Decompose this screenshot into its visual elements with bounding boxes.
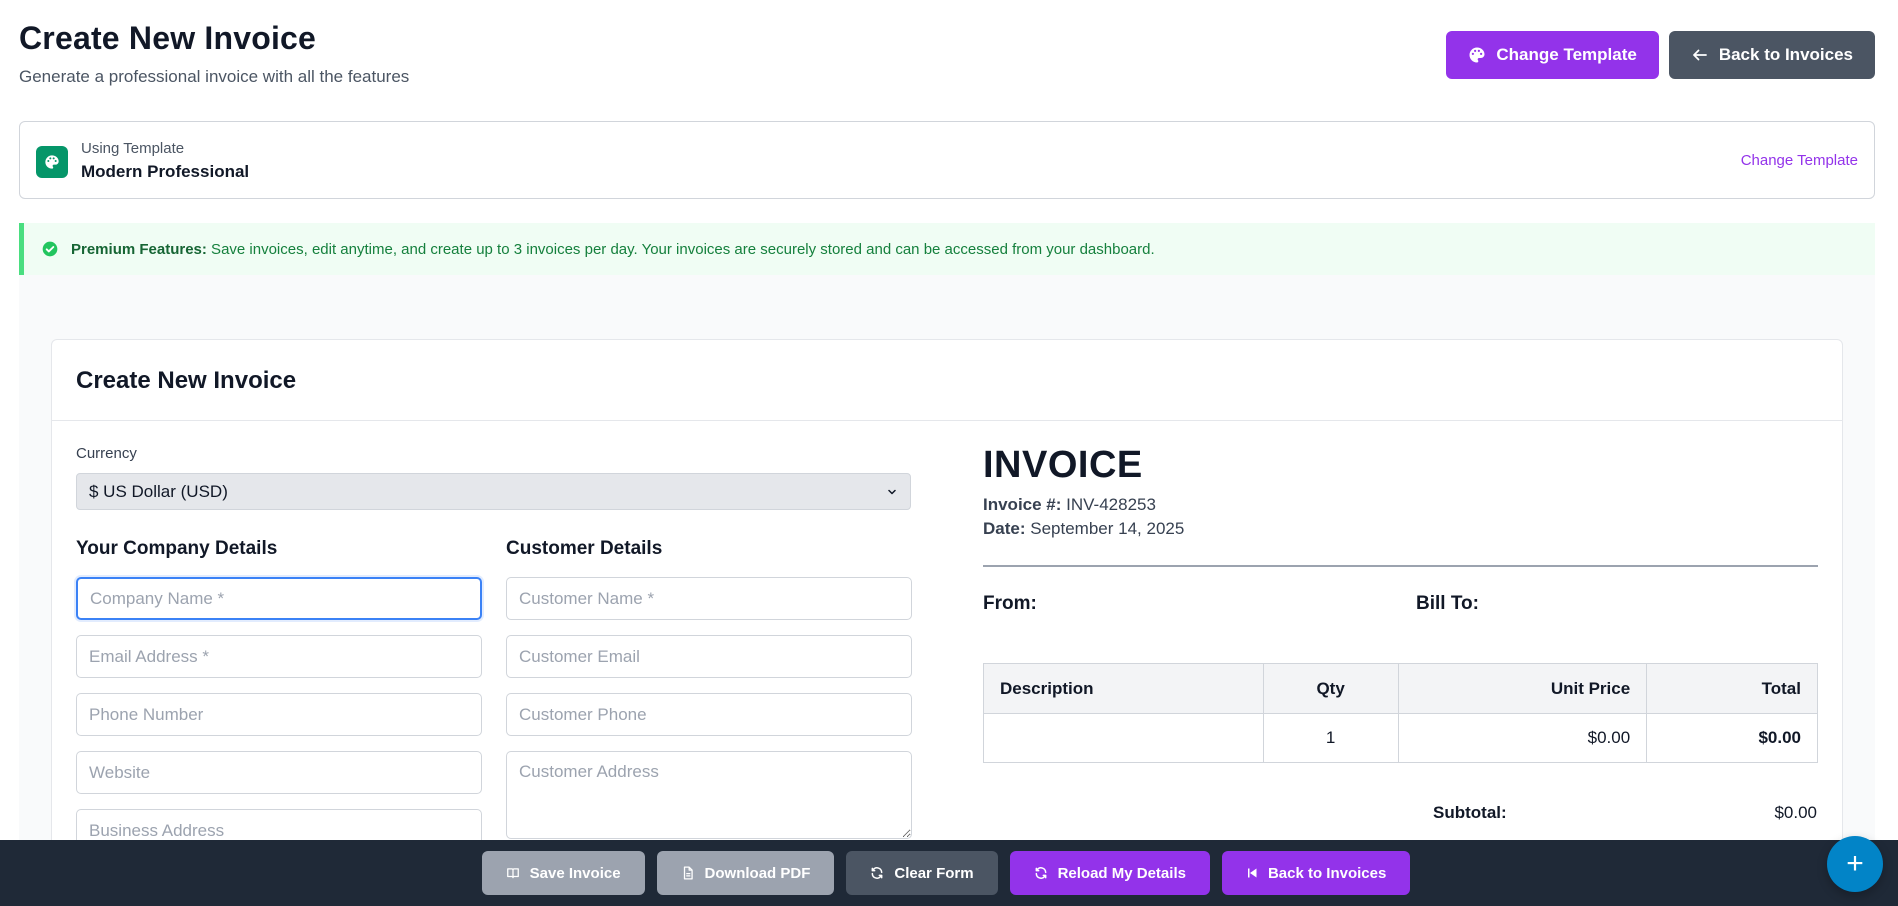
currency-select[interactable]: $ US Dollar (USD): [76, 473, 911, 510]
clear-form-label: Clear Form: [894, 864, 974, 882]
company-details-heading: Your Company Details: [76, 538, 278, 559]
item-description: [983, 713, 1264, 763]
floating-add-button[interactable]: +: [1827, 836, 1883, 892]
invoice-date-label: Date:: [983, 519, 1026, 538]
download-pdf-label: Download PDF: [704, 864, 811, 882]
premium-heading: Premium Features:: [71, 240, 207, 258]
invoice-preview-title: INVOICE: [983, 444, 1143, 486]
clear-form-button[interactable]: Clear Form: [846, 851, 998, 895]
download-pdf-button[interactable]: Download PDF: [656, 851, 835, 895]
invoice-items-table: Description Qty Unit Price Total 1 $0.00…: [983, 663, 1818, 763]
skip-back-icon: [1246, 867, 1258, 879]
preview-divider: [983, 565, 1818, 567]
customer-email-input[interactable]: [506, 635, 912, 678]
plus-icon: +: [1846, 847, 1864, 880]
footer-back-label: Back to Invoices: [1267, 864, 1387, 882]
table-row: 1 $0.00 $0.00: [983, 713, 1818, 763]
currency-value: $ US Dollar (USD): [89, 481, 228, 501]
palette-icon: [36, 146, 68, 178]
save-invoice-label: Save Invoice: [529, 864, 621, 882]
company-email-input[interactable]: [76, 635, 482, 678]
page-subtitle: Generate a professional invoice with all…: [19, 67, 410, 86]
page-header: Create New Invoice Generate a profession…: [19, 20, 409, 87]
customer-name-input[interactable]: [506, 577, 912, 620]
change-template-button[interactable]: Change Template: [1446, 31, 1659, 79]
page-title: Create New Invoice: [19, 20, 317, 56]
bill-to-label: Bill To:: [1416, 593, 1479, 614]
item-total: $0.00: [1646, 713, 1818, 763]
subtotal-value: $0.00: [1774, 803, 1817, 822]
reload-details-button[interactable]: Reload My Details: [1009, 851, 1210, 895]
column-header-total: Total: [1646, 663, 1818, 714]
table-header-row: Description Qty Unit Price Total: [983, 663, 1818, 714]
bottom-action-bar: Save Invoice Download PDF Clear Form Rel…: [0, 840, 1898, 906]
refresh-icon: [1034, 866, 1048, 880]
premium-description: Save invoices, edit anytime, and create …: [206, 240, 1155, 258]
file-icon: [681, 866, 695, 880]
book-icon: [506, 866, 520, 880]
customer-address-textarea[interactable]: [506, 751, 912, 839]
subtotal-label: Subtotal:: [1433, 803, 1507, 822]
template-card: Using Template Modern Professional Chang…: [19, 121, 1875, 199]
footer-back-to-invoices-button[interactable]: Back to Invoices: [1221, 851, 1411, 895]
template-name: Modern Professional: [81, 162, 250, 181]
reload-details-label: Reload My Details: [1057, 864, 1186, 882]
column-header-unit-price: Unit Price: [1397, 663, 1648, 714]
chevron-down-icon: [886, 486, 898, 498]
header-actions: Change Template Back to Invoices: [1446, 31, 1875, 79]
premium-banner: Premium Features: Save invoices, edit an…: [19, 223, 1875, 275]
customer-details-heading: Customer Details: [506, 538, 663, 559]
company-phone-input[interactable]: [76, 693, 482, 736]
invoice-number: Invoice #: INV-428253: [983, 495, 1156, 515]
company-name-input[interactable]: [76, 577, 482, 620]
invoice-number-label: Invoice #:: [983, 495, 1062, 514]
back-to-invoices-button[interactable]: Back to Invoices: [1668, 31, 1875, 79]
invoice-date: Date: September 14, 2025: [983, 519, 1184, 539]
company-website-input[interactable]: [76, 751, 482, 794]
form-card-title: Create New Invoice: [76, 367, 297, 394]
check-circle-icon: [42, 241, 58, 257]
form-card-header: Create New Invoice: [52, 340, 1842, 421]
change-template-label: Change Template: [1496, 45, 1637, 64]
premium-text: Premium Features: Save invoices, edit an…: [71, 241, 1155, 258]
palette-icon: [1468, 46, 1486, 64]
currency-label: Currency: [76, 445, 137, 462]
invoice-date-value: September 14, 2025: [1030, 519, 1185, 538]
arrow-left-icon: [1691, 46, 1709, 64]
refresh-icon: [870, 866, 884, 880]
change-template-link[interactable]: Change Template: [1741, 152, 1858, 169]
customer-phone-input[interactable]: [506, 693, 912, 736]
template-label: Using Template: [81, 140, 185, 157]
invoice-form-card: Create New Invoice Currency $ US Dollar …: [51, 339, 1843, 859]
column-header-qty: Qty: [1262, 663, 1399, 714]
item-unit-price: $0.00: [1397, 713, 1648, 763]
from-label: From:: [983, 593, 1037, 614]
column-header-description: Description: [983, 663, 1264, 714]
invoice-number-value: INV-428253: [1066, 495, 1156, 514]
save-invoice-button[interactable]: Save Invoice: [481, 851, 645, 895]
back-to-invoices-label: Back to Invoices: [1718, 45, 1853, 64]
item-qty: 1: [1262, 713, 1399, 763]
